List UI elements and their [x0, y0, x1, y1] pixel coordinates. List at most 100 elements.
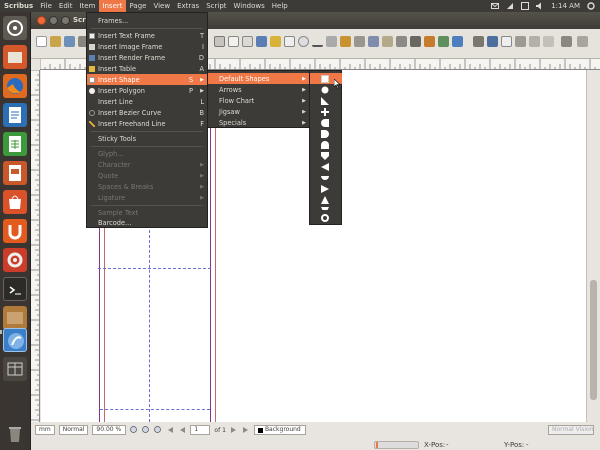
impress-icon[interactable] — [3, 161, 27, 185]
menu-item-insert-image-frame[interactable]: Insert Image Frame I — [87, 41, 207, 52]
workspace-switcher-icon[interactable] — [3, 357, 27, 381]
image-quality-select[interactable]: Normal — [58, 425, 89, 435]
triangle-corner-shape-icon[interactable] — [310, 95, 342, 106]
cross-shape-icon[interactable] — [310, 106, 342, 117]
ring-shape-icon[interactable] — [310, 212, 342, 223]
shape-tool-icon[interactable] — [284, 36, 295, 47]
edit-contents-icon[interactable] — [382, 36, 393, 47]
previous-page-icon[interactable] — [178, 426, 186, 434]
zoom-in-icon[interactable] — [154, 426, 162, 434]
files-icon[interactable] — [3, 45, 27, 69]
menu-item-insert-render-frame[interactable]: Insert Render Frame D — [87, 52, 207, 63]
vertical-ruler[interactable] — [31, 70, 40, 422]
writer-icon[interactable] — [3, 103, 27, 127]
select-tool-icon[interactable] — [214, 36, 225, 47]
submenu-item-specials[interactable]: Specials ▶ — [208, 117, 309, 128]
menu-item[interactable]: Item — [76, 0, 99, 12]
ubuntu-one-icon[interactable] — [3, 219, 27, 243]
pdf-textfield-icon[interactable] — [487, 36, 498, 47]
unit-select[interactable]: mm — [35, 425, 55, 435]
bullet-shape-icon[interactable] — [310, 128, 342, 139]
submenu-item-default-shapes[interactable]: Default Shapes ▶ — [208, 73, 309, 84]
volume-icon[interactable] — [536, 2, 544, 10]
menu-item-frames[interactable]: Frames... — [87, 15, 207, 26]
menu-item-insert-text-frame[interactable]: Insert Text Frame T — [87, 30, 207, 41]
pdf-button-icon[interactable] — [473, 36, 484, 47]
mail-icon[interactable] — [491, 2, 500, 10]
scrollbar-thumb[interactable] — [590, 280, 597, 400]
vertical-scrollbar[interactable] — [586, 70, 600, 422]
open-icon[interactable] — [50, 36, 61, 47]
keyboard-icon[interactable] — [521, 2, 530, 10]
scribus-icon[interactable] — [3, 328, 27, 352]
maximize-window-button[interactable] — [61, 16, 70, 25]
bezier-tool-icon[interactable] — [326, 36, 337, 47]
first-page-icon[interactable] — [166, 426, 174, 434]
menu-view[interactable]: View — [150, 0, 174, 12]
measurements-icon[interactable] — [424, 36, 435, 47]
toolbar-extra-icon[interactable] — [577, 36, 588, 47]
polygon-tool-icon[interactable] — [298, 36, 309, 47]
copy-properties-icon[interactable] — [438, 36, 449, 47]
menu-edit[interactable]: Edit — [55, 0, 76, 12]
menu-item-sticky-tools[interactable]: Sticky Tools — [87, 133, 207, 144]
menu-item-barcode[interactable]: Barcode... — [87, 217, 207, 228]
next-page-icon[interactable] — [230, 426, 238, 434]
settings-icon[interactable] — [587, 2, 595, 10]
menu-item-insert-shape[interactable]: Insert Shape S ▶ — [87, 74, 207, 85]
submenu-item-flow-chart[interactable]: Flow Chart ▶ — [208, 95, 309, 106]
freehand-tool-icon[interactable] — [340, 36, 351, 47]
new-document-icon[interactable] — [36, 36, 47, 47]
zoom-100-icon[interactable] — [142, 426, 150, 434]
image-frame-tool-icon[interactable] — [242, 36, 253, 47]
zoom-out-icon[interactable] — [130, 426, 138, 434]
app-name[interactable]: Scribus — [0, 0, 37, 12]
text-frame-tool-icon[interactable] — [228, 36, 239, 47]
firefox-icon[interactable] — [3, 74, 27, 98]
software-center-icon[interactable] — [3, 190, 27, 214]
dash-icon[interactable] — [3, 16, 27, 40]
submenu-item-jigsaw[interactable]: Jigsaw ▶ — [208, 106, 309, 117]
line-tool-icon[interactable] — [312, 36, 323, 47]
save-icon[interactable] — [64, 36, 75, 47]
semi-circle-shape-icon[interactable] — [310, 172, 342, 183]
last-page-icon[interactable] — [242, 426, 250, 434]
menu-page[interactable]: Page — [126, 0, 150, 12]
terminal-icon[interactable] — [3, 277, 27, 301]
menu-help[interactable]: Help — [268, 0, 291, 12]
half-circle-shape-icon[interactable] — [310, 117, 342, 128]
triangle-right-shape-icon[interactable] — [310, 183, 342, 194]
menu-extras[interactable]: Extras — [174, 0, 203, 12]
text-annotation-icon[interactable] — [543, 36, 554, 47]
clock[interactable]: 1:14 AM — [551, 2, 580, 10]
table-tool-icon[interactable] — [270, 36, 281, 47]
pdf-combobox-icon[interactable] — [515, 36, 526, 47]
system-settings-icon[interactable] — [3, 248, 27, 272]
link-annotation-icon[interactable] — [561, 36, 572, 47]
menu-item-insert-freehand-line[interactable]: Insert Freehand Line F — [87, 118, 207, 129]
layer-select[interactable]: Background — [253, 425, 306, 435]
render-frame-tool-icon[interactable] — [256, 36, 267, 47]
unlink-frames-icon[interactable] — [410, 36, 421, 47]
menu-script[interactable]: Script — [203, 0, 230, 12]
pdf-checkbox-icon[interactable] — [501, 36, 512, 47]
menu-windows[interactable]: Windows — [230, 0, 268, 12]
menu-file[interactable]: File — [37, 0, 56, 12]
pdf-listbox-icon[interactable] — [529, 36, 540, 47]
triangle-left-shape-icon[interactable] — [310, 161, 342, 172]
calc-icon[interactable] — [3, 132, 27, 156]
close-window-button[interactable] — [37, 16, 46, 25]
pentagon-down-shape-icon[interactable] — [310, 150, 342, 161]
workspace-icon[interactable] — [3, 306, 27, 330]
view-mode-select[interactable]: Normal Vision — [548, 425, 594, 435]
rotate-tool-icon[interactable] — [354, 36, 365, 47]
network-icon[interactable] — [506, 2, 514, 10]
menu-insert[interactable]: Insert — [98, 0, 126, 12]
menu-item-insert-bezier-curve[interactable]: Insert Bezier Curve B — [87, 107, 207, 118]
link-frames-icon[interactable] — [396, 36, 407, 47]
eyedropper-icon[interactable] — [452, 36, 463, 47]
trash-icon[interactable] — [3, 422, 27, 446]
minimize-window-button[interactable] — [49, 16, 58, 25]
zoom-input[interactable]: 90.00 % — [92, 425, 127, 435]
zoom-tool-icon[interactable] — [368, 36, 379, 47]
